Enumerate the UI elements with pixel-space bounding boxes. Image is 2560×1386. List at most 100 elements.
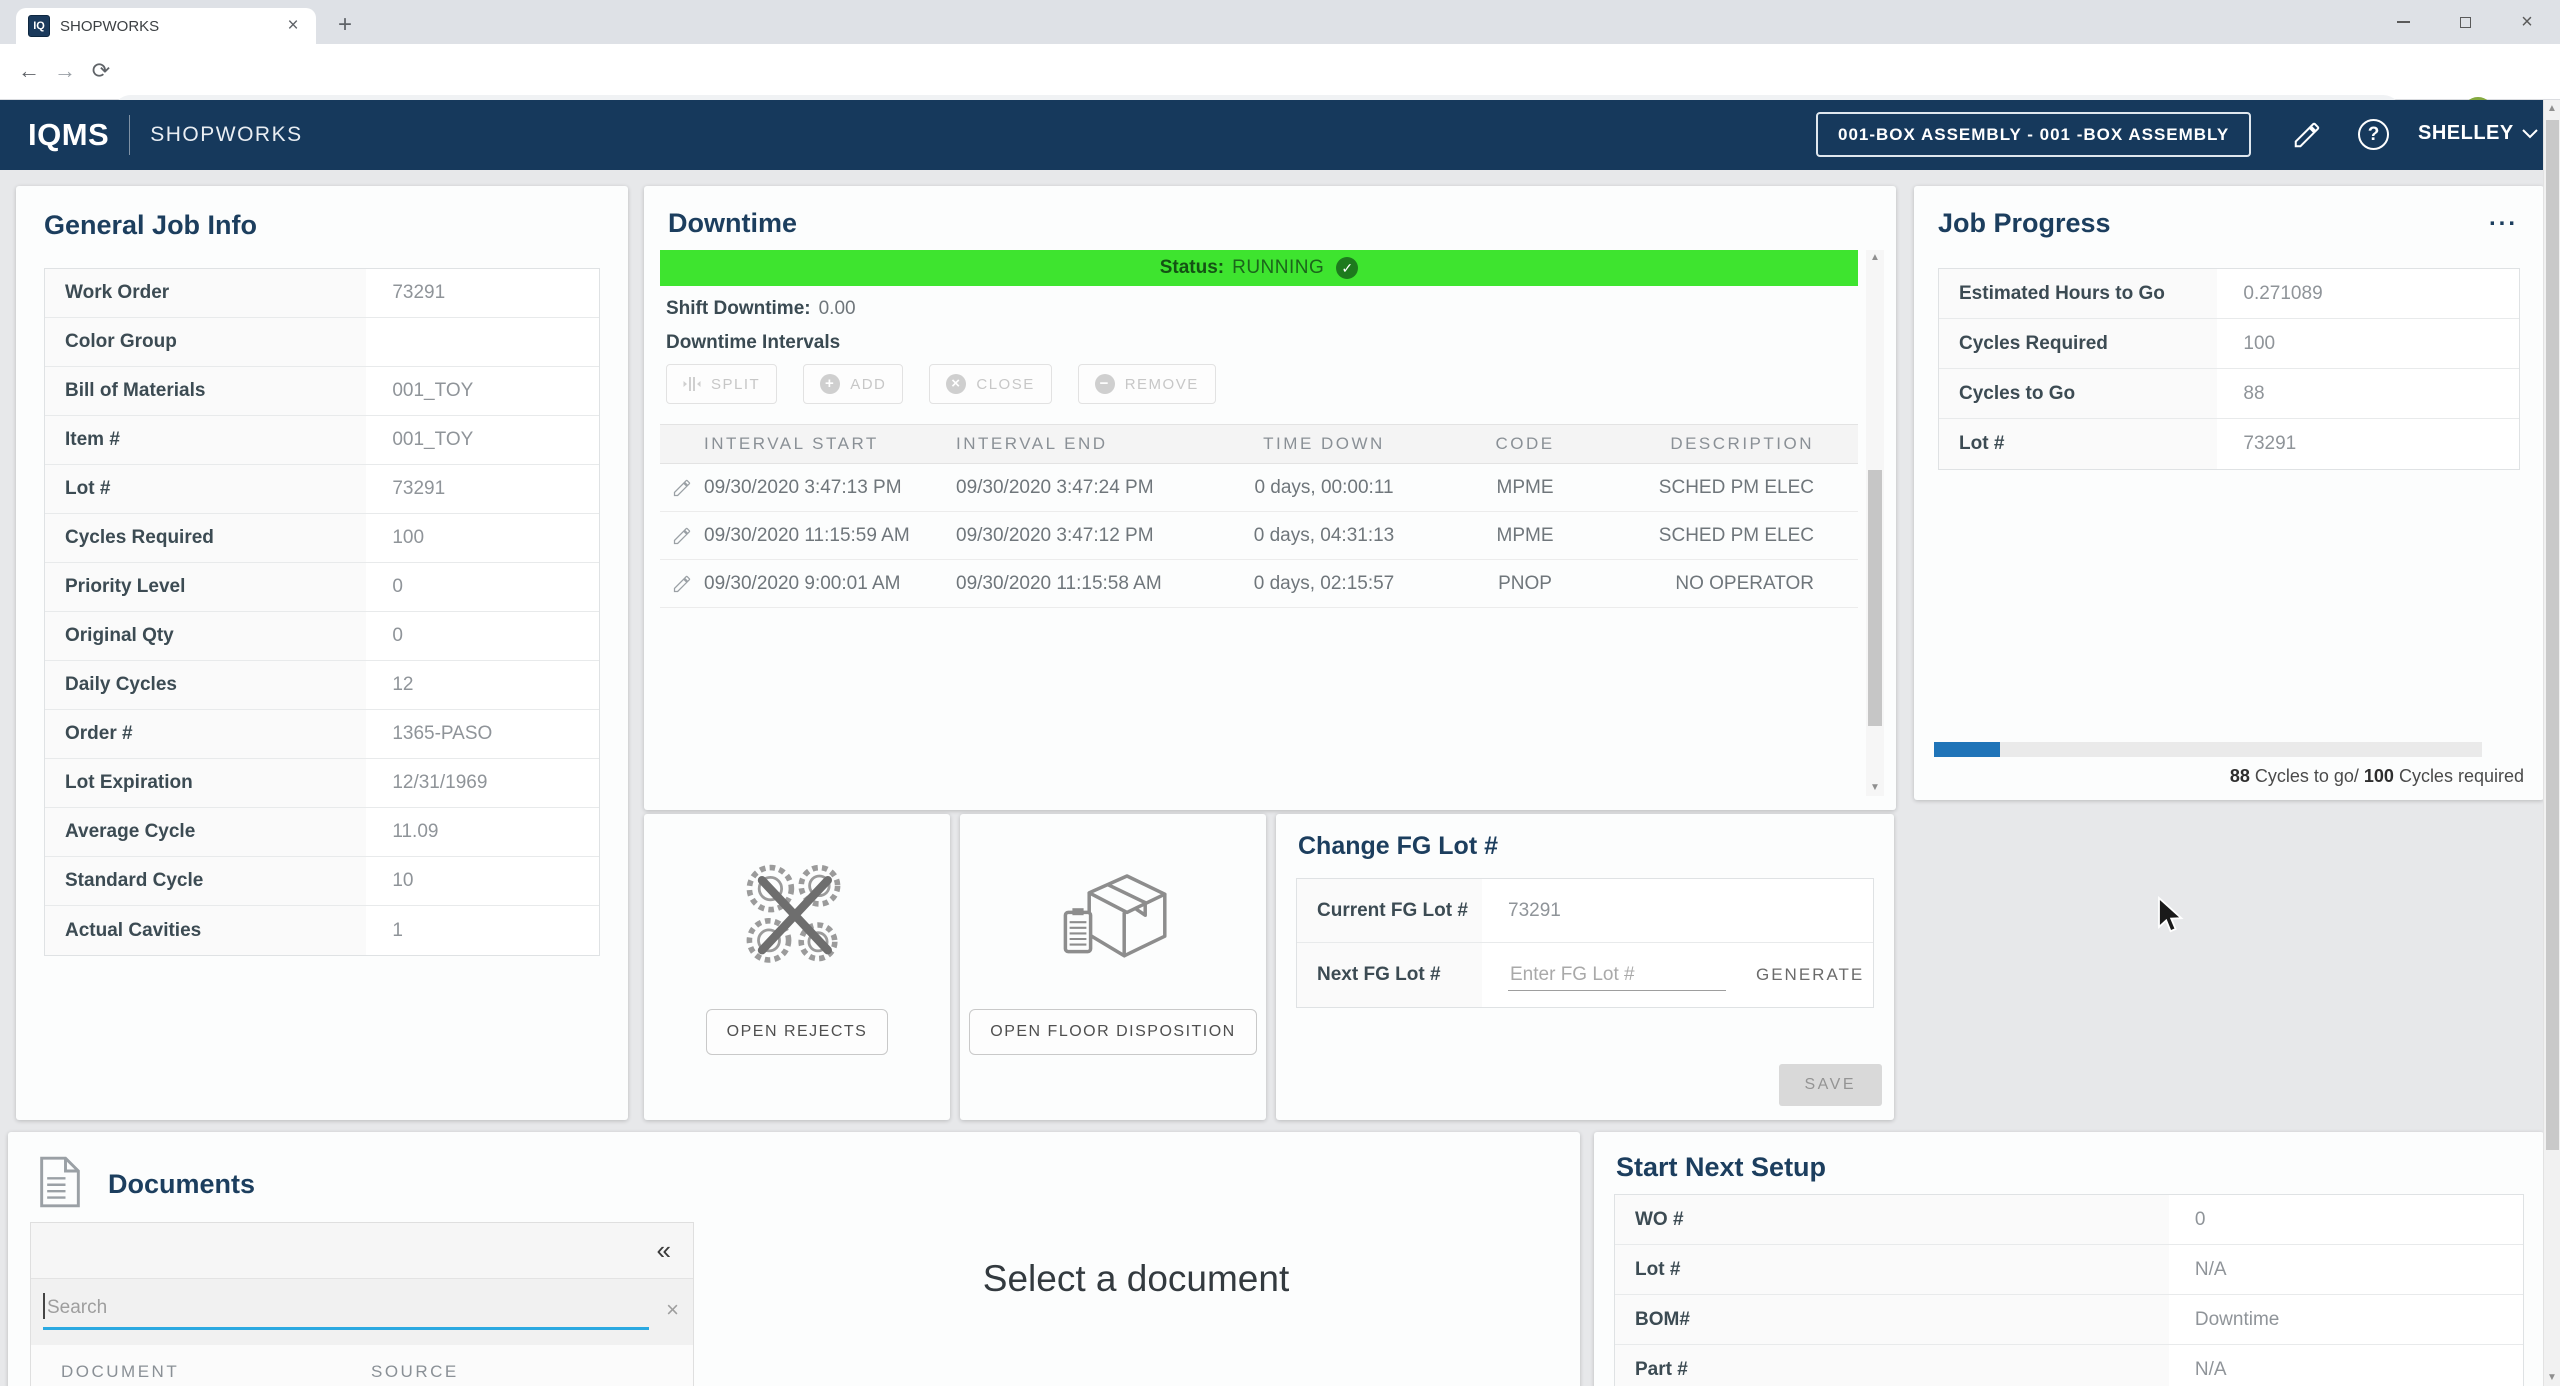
reload-button[interactable]: ⟳ xyxy=(86,58,116,84)
scrollbar-thumb[interactable] xyxy=(2546,120,2559,1150)
row-value: 11.09 xyxy=(366,821,438,843)
table-row: Lot #N/A xyxy=(1615,1245,2523,1295)
time-down: 0 days, 00:00:11 xyxy=(1218,477,1430,499)
generate-button[interactable]: GENERATE xyxy=(1756,965,1864,985)
row-label: Part # xyxy=(1615,1345,2169,1386)
status-value: RUNNING xyxy=(1232,257,1324,279)
row-label: Original Qty xyxy=(45,612,366,660)
column-header: DOCUMENT xyxy=(61,1362,371,1382)
app-name: SHOPWORKS xyxy=(150,123,302,147)
column-header: SOURCE xyxy=(371,1362,459,1382)
scroll-up-icon[interactable]: ▲ xyxy=(2544,100,2560,117)
edit-pencil-icon[interactable] xyxy=(660,574,704,594)
edit-pencil-icon[interactable] xyxy=(660,526,704,546)
search-input[interactable] xyxy=(43,1291,649,1330)
back-button[interactable]: ← xyxy=(14,58,44,84)
page-scrollbar[interactable]: ▲ ▼ xyxy=(2543,100,2560,1386)
status-check-icon: ✓ xyxy=(1336,257,1358,279)
new-tab-button[interactable]: + xyxy=(330,10,360,40)
description: NO OPERATOR xyxy=(1620,573,1858,595)
job-progress-table: Estimated Hours to Go0.271089 Cycles Req… xyxy=(1938,268,2520,470)
progress-bar-track xyxy=(1934,742,2482,757)
row-label: Lot # xyxy=(1939,419,2217,469)
help-icon[interactable]: ? xyxy=(2358,119,2389,150)
tab-title: SHOPWORKS xyxy=(60,18,282,35)
downtime-scrollbar[interactable]: ▲ ▼ xyxy=(1866,250,1884,796)
code: PNOP xyxy=(1430,573,1620,595)
scrollbar-thumb[interactable] xyxy=(1868,470,1882,726)
downtime-interval-row[interactable]: 09/30/2020 3:47:13 PM 09/30/2020 3:47:24… xyxy=(660,464,1858,512)
current-fg-lot-value: 73291 xyxy=(1482,900,1561,922)
time-down: 0 days, 04:31:13 xyxy=(1218,525,1430,547)
table-row: Color Group xyxy=(45,318,599,367)
x-circle-icon: × xyxy=(946,374,966,394)
scroll-down-icon[interactable]: ▼ xyxy=(2544,1369,2560,1386)
mouse-cursor xyxy=(2156,896,2184,939)
table-row: Item #001_TOY xyxy=(45,416,599,465)
row-value: 88 xyxy=(2217,383,2264,405)
status-label: Status: xyxy=(1160,257,1224,279)
interval-start: 09/30/2020 3:47:13 PM xyxy=(704,477,956,499)
user-menu[interactable]: SHELLEY xyxy=(2418,122,2538,145)
downtime-interval-row[interactable]: 09/30/2020 11:15:59 AM 09/30/2020 3:47:1… xyxy=(660,512,1858,560)
split-button[interactable]: SPLIT xyxy=(666,364,777,404)
row-label: Daily Cycles xyxy=(45,661,366,709)
downtime-interval-row[interactable]: 09/30/2020 9:00:01 AM 09/30/2020 11:15:5… xyxy=(660,560,1858,608)
remove-button[interactable]: − REMOVE xyxy=(1078,364,1216,404)
table-row: Estimated Hours to Go0.271089 xyxy=(1939,269,2519,319)
next-fg-lot-input[interactable] xyxy=(1508,960,1726,991)
close-interval-button[interactable]: × CLOSE xyxy=(929,364,1051,404)
panel-title: Start Next Setup xyxy=(1616,1152,1826,1183)
iqms-logo: IQMS xyxy=(28,117,109,153)
interval-end: 09/30/2020 11:15:58 AM xyxy=(956,573,1218,595)
more-options-icon[interactable]: ... xyxy=(2489,204,2518,232)
start-next-setup-panel: Start Next Setup WO #0 Lot #N/A BOM#Down… xyxy=(1594,1132,2544,1386)
table-row: BOM#Downtime xyxy=(1615,1295,2523,1345)
row-value: 73291 xyxy=(366,478,445,500)
remove-label: REMOVE xyxy=(1125,376,1199,393)
shift-downtime-value: 0.00 xyxy=(819,298,856,319)
tab-close-icon[interactable]: × xyxy=(282,15,304,37)
document-search-row: × xyxy=(31,1279,693,1345)
table-row: Current FG Lot # 73291 xyxy=(1297,879,1873,943)
minimize-icon xyxy=(2397,21,2410,23)
browser-tab[interactable]: IQ SHOPWORKS × xyxy=(16,8,316,44)
table-row: Work Order73291 xyxy=(45,269,599,318)
edit-pencil-icon[interactable] xyxy=(2292,120,2322,155)
code: MPME xyxy=(1430,477,1620,499)
open-floor-disposition-button[interactable]: OPEN FLOOR DISPOSITION xyxy=(969,1009,1256,1055)
scroll-up-icon[interactable]: ▲ xyxy=(1866,250,1884,266)
column-header: DESCRIPTION xyxy=(1620,434,1858,454)
row-label: Estimated Hours to Go xyxy=(1939,269,2217,318)
scroll-down-icon[interactable]: ▼ xyxy=(1866,780,1884,796)
table-row: Standard Cycle10 xyxy=(45,857,599,906)
close-label: CLOSE xyxy=(976,376,1034,393)
window-maximize-button[interactable] xyxy=(2436,0,2494,44)
general-job-info-table: Work Order73291 Color Group Bill of Mate… xyxy=(44,268,600,956)
table-row: Lot #73291 xyxy=(1939,419,2519,469)
forward-button[interactable]: → xyxy=(50,58,80,84)
table-row: Actual Cavities1 xyxy=(45,906,599,955)
next-fg-lot-label: Next FG Lot # xyxy=(1297,943,1482,1007)
open-rejects-button[interactable]: OPEN REJECTS xyxy=(706,1009,889,1055)
table-row: Cycles Required100 xyxy=(1939,319,2519,369)
documents-panel: Documents « × DOCUMENT SOURCE Select a d… xyxy=(8,1132,1580,1386)
save-button[interactable]: SAVE xyxy=(1779,1064,1883,1106)
table-row: Average Cycle11.09 xyxy=(45,808,599,857)
row-label: Item # xyxy=(45,416,366,464)
row-label: Cycles Required xyxy=(45,514,366,562)
edit-pencil-icon[interactable] xyxy=(660,478,704,498)
collapse-pane-icon[interactable]: « xyxy=(657,1235,671,1266)
table-row: Cycles Required100 xyxy=(45,514,599,563)
app-header: IQMS SHOPWORKS 001-BOX ASSEMBLY - 001 -B… xyxy=(0,100,2560,170)
window-minimize-button[interactable] xyxy=(2374,0,2432,44)
row-label: Cycles to Go xyxy=(1939,369,2217,418)
box-clipboard-icon xyxy=(960,848,1266,993)
row-value: 0 xyxy=(366,625,403,647)
add-button[interactable]: + ADD xyxy=(803,364,903,404)
row-value: 0 xyxy=(366,576,403,598)
workcenter-button[interactable]: 001-BOX ASSEMBLY - 001 -BOX ASSEMBLY xyxy=(1816,112,2251,157)
table-row: Original Qty0 xyxy=(45,612,599,661)
clear-search-icon[interactable]: × xyxy=(666,1297,679,1323)
window-close-button[interactable]: × xyxy=(2498,0,2556,44)
